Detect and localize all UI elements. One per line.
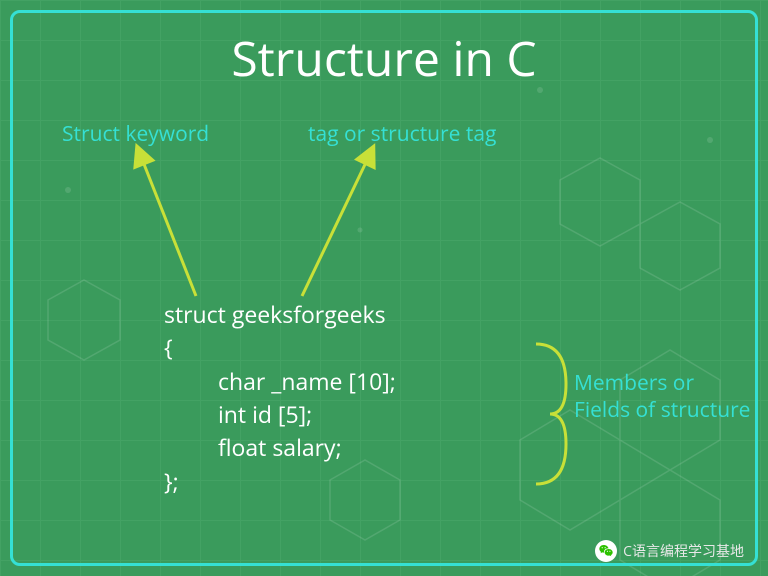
watermark: C语言编程学习基地 bbox=[595, 540, 744, 562]
code-member-name: char _name [10]; bbox=[164, 365, 396, 398]
label-members: Members or Fields of structure bbox=[574, 370, 750, 425]
code-member-salary: float salary; bbox=[164, 431, 396, 464]
code-line-open-brace: { bbox=[164, 331, 396, 364]
label-members-line1: Members or bbox=[574, 369, 694, 397]
label-struct-keyword: Struct keyword bbox=[62, 120, 209, 148]
code-member-id: int id [5]; bbox=[164, 398, 396, 431]
page-title: Structure in C bbox=[0, 26, 768, 91]
label-structure-tag: tag or structure tag bbox=[308, 120, 496, 148]
code-line-close-brace: }; bbox=[164, 465, 396, 498]
label-members-line2: Fields of structure bbox=[574, 396, 750, 424]
watermark-text: C语言编程学习基地 bbox=[623, 541, 744, 561]
code-block: struct geeksforgeeks { char _name [10]; … bbox=[164, 298, 396, 498]
wechat-icon bbox=[595, 540, 617, 562]
code-line-struct: struct geeksforgeeks bbox=[164, 298, 396, 331]
